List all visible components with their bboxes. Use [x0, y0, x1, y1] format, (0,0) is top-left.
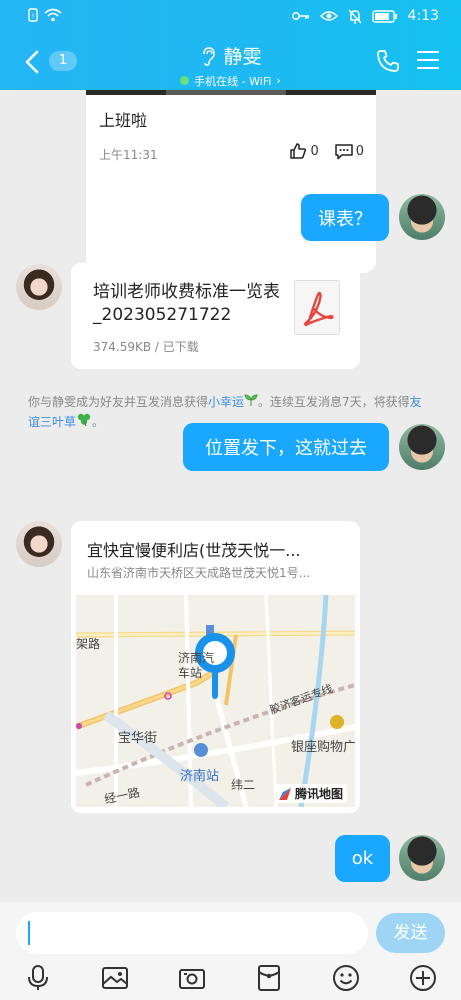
- my-avatar[interactable]: [399, 194, 445, 240]
- like-count: 0: [310, 143, 319, 159]
- map-label: 银座购物广: [291, 740, 355, 755]
- thumbs-up-icon: [290, 143, 307, 159]
- send-button[interactable]: 发送: [376, 913, 445, 953]
- comment-icon: [334, 143, 353, 159]
- image-icon[interactable]: [101, 964, 129, 992]
- message-input[interactable]: [16, 912, 368, 954]
- contact-avatar[interactable]: [16, 521, 62, 567]
- post-time: 上午11:31: [99, 148, 158, 162]
- online-dot: [180, 76, 190, 85]
- file-name: 培训老师收费标准一览表_202305271722: [93, 282, 280, 325]
- location-name: 宜快宜慢便利店(世茂天悦一...: [87, 541, 301, 560]
- file-meta: 374.59KB / 已下载: [93, 340, 199, 354]
- red-packet-icon[interactable]: [255, 964, 283, 992]
- clover-icon: [77, 413, 91, 427]
- menu-icon[interactable]: [417, 51, 439, 71]
- location-message-card[interactable]: 宜快宜慢便利店(世茂天悦一... 山东省济南市天桥区天成路世茂天悦1号... 架…: [71, 521, 360, 813]
- tencent-map-icon: [278, 787, 291, 800]
- chat-header: ! 4:13 1 静雯 手机在线 - WiFi ›: [0, 0, 461, 90]
- like-button[interactable]: 0: [289, 142, 319, 160]
- battery-icon: [371, 9, 397, 23]
- wifi-icon: [44, 8, 62, 22]
- my-message-bubble[interactable]: 课表？: [301, 194, 389, 241]
- camera-icon[interactable]: [178, 964, 206, 992]
- eye-icon: [319, 11, 338, 21]
- message-list[interactable]: 上班啦 上午11:31 0 0 课表？ 培训老师收费标准一览表_20230527…: [0, 90, 461, 902]
- my-avatar[interactable]: [399, 835, 445, 881]
- bell-off-icon: [348, 9, 362, 24]
- comment-button[interactable]: 0: [334, 143, 364, 160]
- comment-count: 0: [355, 143, 364, 159]
- location-address: 山东省济南市天桥区天成路世茂天悦1号...: [87, 566, 311, 580]
- system-text-1: 你与静雯成为好友并互发消息获得: [28, 395, 209, 409]
- location-map[interactable]: 架路 济南汽车站 胶济客运专线 宝华街 银座购物广 济南站 纬二 经一路 腾讯地…: [76, 595, 355, 807]
- ear-icon: [203, 46, 216, 66]
- my-message-bubble[interactable]: ok: [335, 835, 390, 882]
- status-chevron: ›: [276, 74, 281, 87]
- toolbar: [0, 960, 461, 996]
- lucky-link[interactable]: 小幸运: [208, 395, 244, 409]
- online-status: 手机在线 - WiFi ›: [180, 73, 281, 89]
- post-image[interactable]: [86, 90, 376, 95]
- post-text: 上班啦: [99, 111, 148, 130]
- my-message-bubble[interactable]: 位置发下，这就过去: [183, 423, 389, 471]
- map-brand-text: 腾讯地图: [294, 787, 343, 801]
- sim-icon: !: [28, 8, 38, 22]
- map-label: 济南站: [180, 769, 220, 784]
- contact-name: 静雯: [223, 46, 262, 68]
- file-message-card[interactable]: 培训老师收费标准一览表_202305271722 374.59KB / 已下载: [71, 263, 360, 369]
- pdf-icon: [294, 280, 340, 335]
- status-bar: ! 4:13: [0, 0, 461, 32]
- emoji-icon[interactable]: [332, 964, 360, 992]
- shared-post-card[interactable]: 上班啦 上午11:31 0 0: [86, 90, 376, 273]
- phone-icon[interactable]: [376, 49, 400, 73]
- contact-title: 静雯: [199, 42, 262, 69]
- mic-icon[interactable]: [24, 964, 52, 992]
- plus-icon[interactable]: [409, 964, 437, 992]
- map-label: 宝华街: [118, 731, 158, 746]
- clock: 4:13: [407, 8, 439, 24]
- map-label: 架路: [76, 637, 101, 651]
- my-avatar[interactable]: [399, 424, 445, 470]
- sprout-icon: [244, 394, 258, 406]
- system-text-2: 。连续互发消息7天，将获得: [258, 395, 410, 409]
- contact-avatar[interactable]: [16, 264, 62, 310]
- input-bar: 发送: [0, 902, 461, 1000]
- key-icon: [291, 12, 309, 20]
- text-cursor: [28, 921, 30, 945]
- map-label: 济南汽车站: [178, 651, 215, 680]
- map-label: 纬二: [231, 778, 256, 792]
- status-text: 手机在线 - WiFi: [194, 74, 272, 88]
- map-provider-logo: 腾讯地图: [273, 784, 347, 803]
- svg-text:!: !: [32, 13, 35, 21]
